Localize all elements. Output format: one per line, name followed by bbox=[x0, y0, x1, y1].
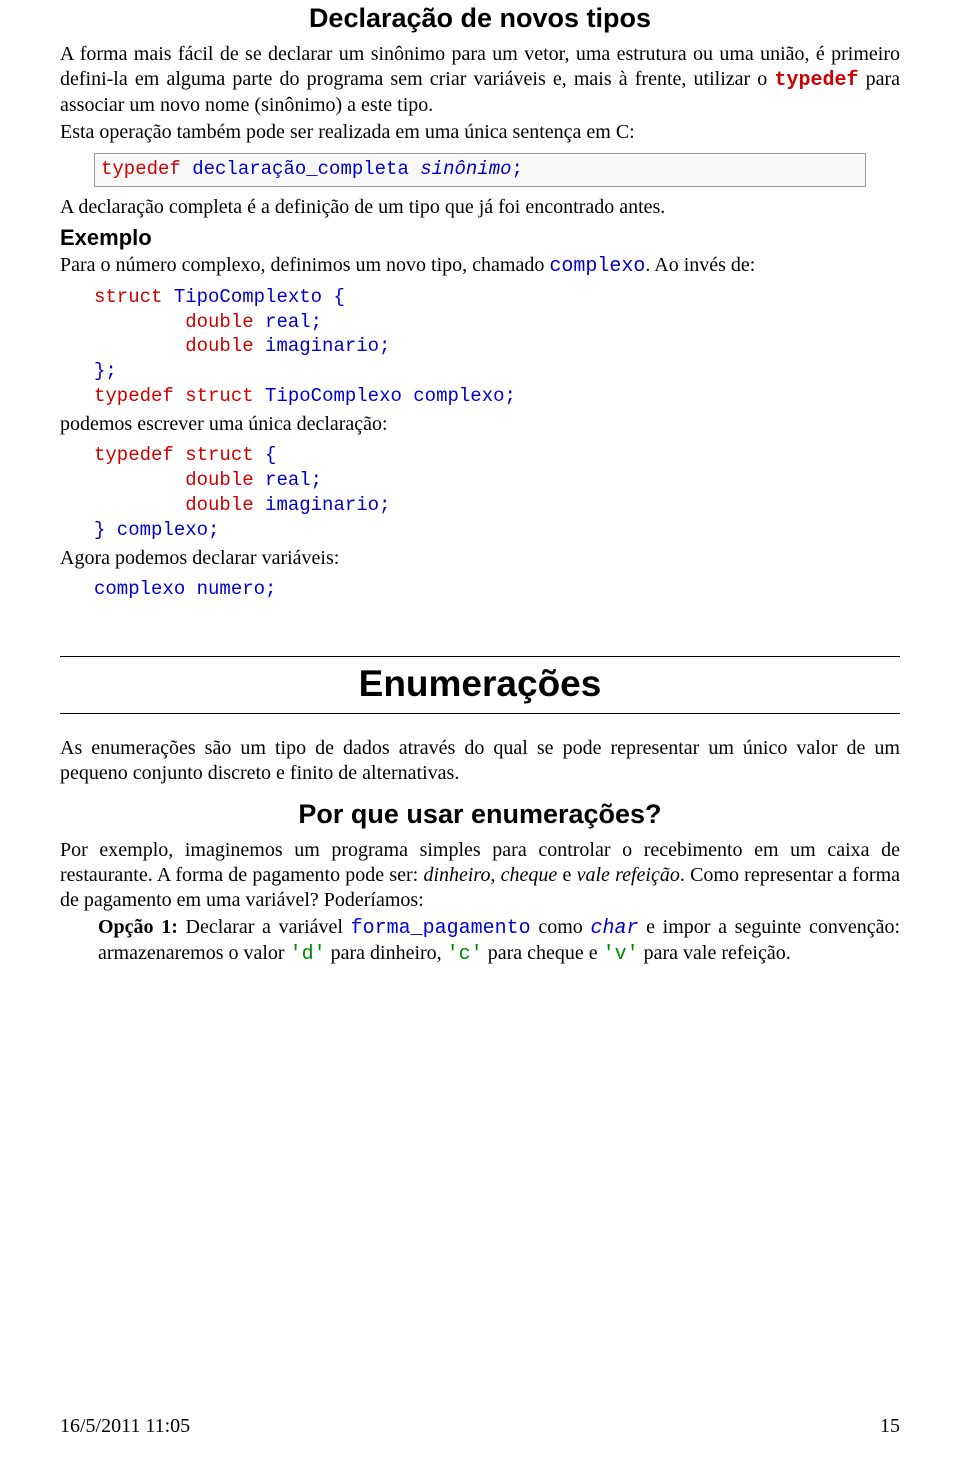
text: . Ao invés de: bbox=[645, 254, 755, 276]
code-text: imaginario; bbox=[254, 335, 391, 357]
para-exemplo-complexo: Para o número complexo, definimos um nov… bbox=[60, 253, 900, 279]
para-enumeracoes-intro: As enumerações são um tipo de dados atra… bbox=[60, 736, 900, 786]
code-text: complexo numero; bbox=[94, 578, 276, 600]
text: para cheque e bbox=[483, 942, 603, 964]
struct-keyword: struct bbox=[174, 444, 254, 466]
code-typedef-syntax: typedef declaração_completa sinônimo; bbox=[94, 153, 866, 187]
code-text: }; bbox=[94, 360, 117, 382]
code-text: { bbox=[254, 444, 277, 466]
footer-page-number: 15 bbox=[880, 1414, 900, 1439]
code-forma-pagamento: forma_pagamento bbox=[351, 917, 531, 940]
code-struct-tipocomplexo: struct TipoComplexto { double real; doub… bbox=[94, 285, 900, 408]
page-footer: 16/5/2011 11:05 15 bbox=[60, 1414, 900, 1439]
text: para vale refeição. bbox=[639, 942, 791, 964]
code-complexo: complexo bbox=[549, 255, 645, 278]
section-divider-top bbox=[60, 656, 900, 657]
code-placeholder-sinonimo: sinônimo bbox=[420, 158, 511, 180]
typedef-keyword: typedef bbox=[774, 69, 858, 92]
text: e bbox=[557, 864, 576, 886]
text-cheque: cheque bbox=[501, 864, 558, 886]
code-text: real; bbox=[254, 469, 322, 491]
text-dinheiro: dinheiro bbox=[423, 864, 490, 886]
code-typedef-struct-complexo: typedef struct { double real; double ima… bbox=[94, 443, 900, 542]
para-unica-declaracao: podemos escrever uma única declaração: bbox=[60, 412, 900, 437]
typedef-keyword: typedef bbox=[94, 444, 174, 466]
para-intro-typedef: A forma mais fácil de se declarar um sin… bbox=[60, 42, 900, 118]
para-por-que-usar: Por exemplo, imaginemos um programa simp… bbox=[60, 838, 900, 913]
heading-declaracao-novos-tipos: Declaração de novos tipos bbox=[60, 0, 900, 36]
para-single-sentence: Esta operação também pode ser realizada … bbox=[60, 120, 900, 145]
double-keyword: double bbox=[94, 494, 254, 516]
section-divider-bottom bbox=[60, 713, 900, 714]
heading-exemplo: Exemplo bbox=[60, 224, 900, 252]
text: Para o número complexo, definimos um nov… bbox=[60, 254, 549, 276]
char-v-literal: 'v' bbox=[603, 943, 639, 966]
text-vale-refeicao: vale refeição bbox=[577, 864, 680, 886]
opcao-1-label: Opção 1: bbox=[98, 916, 178, 938]
code-text: } complexo; bbox=[94, 519, 219, 541]
para-declaracao-completa: A declaração completa é a definição de u… bbox=[60, 195, 900, 220]
code-text: imaginario; bbox=[254, 494, 391, 516]
page: Declaração de novos tipos A forma mais f… bbox=[0, 0, 960, 1465]
char-d-literal: 'd' bbox=[290, 943, 326, 966]
heading-enumeracoes: Enumerações bbox=[60, 661, 900, 707]
text: para dinheiro, bbox=[326, 942, 447, 964]
code-text: TipoComplexo complexo; bbox=[254, 385, 516, 407]
text: Declarar a variável bbox=[178, 916, 351, 938]
code-text: real; bbox=[254, 311, 322, 333]
typedef-keyword: typedef bbox=[94, 385, 174, 407]
double-keyword: double bbox=[94, 335, 254, 357]
double-keyword: double bbox=[94, 311, 254, 333]
footer-date: 16/5/2011 11:05 bbox=[60, 1414, 190, 1439]
code-char: char bbox=[590, 917, 638, 940]
text: como bbox=[531, 916, 591, 938]
double-keyword: double bbox=[94, 469, 254, 491]
code-text: declaração_completa bbox=[181, 158, 420, 180]
char-c-literal: 'c' bbox=[447, 943, 483, 966]
para-declarar-variaveis: Agora podemos declarar variáveis: bbox=[60, 546, 900, 571]
text: , bbox=[490, 864, 500, 886]
heading-por-que-usar: Por que usar enumerações? bbox=[60, 796, 900, 832]
code-text: TipoComplexto { bbox=[162, 286, 344, 308]
struct-keyword: struct bbox=[174, 385, 254, 407]
code-text: ; bbox=[512, 158, 523, 180]
typedef-keyword: typedef bbox=[101, 158, 181, 180]
code-complexo-numero: complexo numero; bbox=[94, 577, 900, 602]
para-opcao-1: Opção 1: Declarar a variável forma_pagam… bbox=[98, 915, 900, 967]
struct-keyword: struct bbox=[94, 286, 162, 308]
